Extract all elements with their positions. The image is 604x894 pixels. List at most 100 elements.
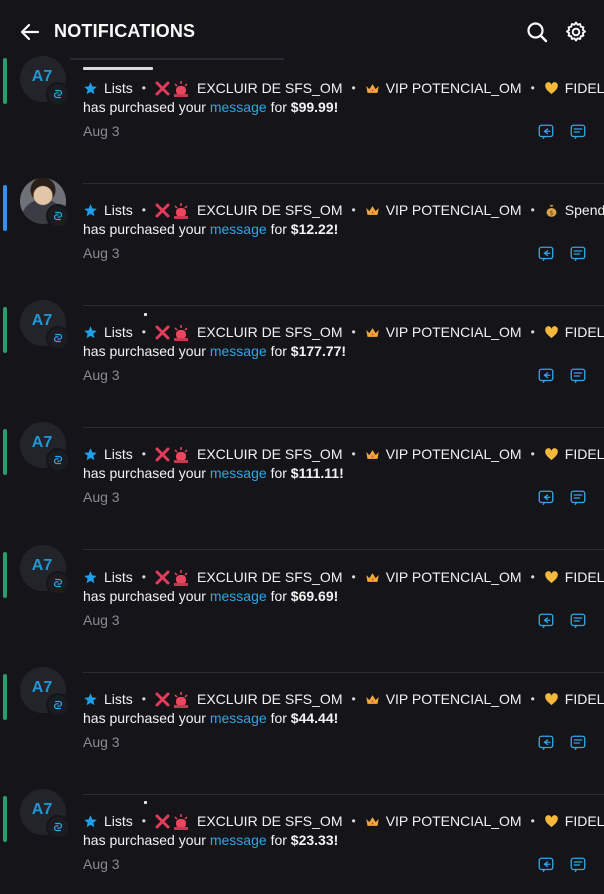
list-chip[interactable]: Lists [83,202,133,218]
message-link[interactable]: message [210,465,267,481]
purchase-amount: $12.22! [290,221,339,237]
list-label: FIDELIZA [564,569,604,585]
avatar[interactable]: A7 [20,545,70,595]
decorative-dot [83,67,153,70]
star-icon [83,447,98,462]
list-chip[interactable]: VIP POTENCIAL_OM [365,813,522,829]
avatar[interactable]: A7 [20,422,70,472]
reply-icon[interactable] [537,856,555,874]
list-tags: Lists • EXCLUIR DE SFS_OM • VIP POTENCIAL_OM… [83,322,604,342]
list-chip[interactable]: VIP POTENCIAL_OM [365,80,522,96]
crown-icon [365,325,380,340]
list-chip[interactable]: EXCLUIR DE SFS_OM [155,691,342,708]
gear-icon[interactable] [564,20,588,44]
purchase-amount: $69.69! [290,588,339,604]
notification-item[interactable]: A7 Lists • EXCLUIR DE SFS_OM • VIP POTENCIAL_… [0,422,604,550]
list-chip[interactable]: EXCLUIR DE SFS_OM [155,324,342,341]
search-icon[interactable] [525,20,549,44]
list-chip[interactable]: EXCLUIR DE SFS_OM [155,813,342,830]
unread-indicator [3,674,7,720]
reply-icon[interactable] [537,245,555,263]
notification-date: Aug 3 [83,489,120,505]
list-chip[interactable]: Lists [83,691,133,707]
notification-item[interactable]: Lists • EXCLUIR DE SFS_OM • VIP POTENCIAL_OM… [0,178,604,306]
avatar[interactable]: A7 [20,300,70,350]
x-siren-icon [155,691,191,708]
notification-item[interactable]: A7 Lists • EXCLUIR DE SFS_OM • VIP POTENCIAL_… [0,56,604,184]
message-link[interactable]: message [210,221,267,237]
avatar-initials: A7 [31,68,53,85]
list-chip[interactable]: FIDELIZA [544,324,604,340]
avatar-initials: A7 [31,434,53,451]
list-separator: • [141,447,146,461]
link-icon [46,82,70,106]
list-chip[interactable]: VIP POTENCIAL_OM [365,569,522,585]
text-middle: for [270,832,287,848]
list-chip[interactable]: FIDELIZA [544,80,604,96]
list-chip[interactable]: FIDELIZA [544,691,604,707]
notification-item[interactable]: A7 Lists • EXCLUIR DE SFS_OM • VIP POTENCIAL_… [0,667,604,795]
notification-text: has purchased your message for $111.11! [83,465,344,481]
link-icon [46,204,70,228]
notification-item[interactable]: A7 Lists • EXCLUIR DE SFS_OM • VIP POTENCIAL_… [0,300,604,428]
list-chip[interactable]: Lists [83,324,133,340]
list-tags: Lists • EXCLUIR DE SFS_OM • VIP POTENCIAL_OM… [83,78,604,98]
list-separator: • [530,81,535,95]
list-chip[interactable]: VIP POTENCIAL_OM [365,202,522,218]
list-chip[interactable]: VIP POTENCIAL_OM [365,324,522,340]
list-chip[interactable]: $ Spenders [544,202,604,218]
list-chip[interactable]: VIP POTENCIAL_OM [365,691,522,707]
message-icon[interactable] [569,489,587,507]
notification-item[interactable]: A7 Lists • EXCLUIR DE SFS_OM • VIP POTENCIAL_… [0,545,604,673]
list-chip[interactable]: EXCLUIR DE SFS_OM [155,446,342,463]
reply-icon[interactable] [537,123,555,141]
message-link[interactable]: message [210,99,267,115]
message-link[interactable]: message [210,343,267,359]
reply-icon[interactable] [537,612,555,630]
list-chip[interactable]: Lists [83,446,133,462]
avatar[interactable]: A7 [20,789,70,839]
avatar[interactable] [20,178,70,228]
list-label: VIP POTENCIAL_OM [385,324,522,340]
unread-indicator [3,307,7,353]
list-chip[interactable]: Lists [83,80,133,96]
list-chip[interactable]: Lists [83,569,133,585]
list-chip[interactable]: EXCLUIR DE SFS_OM [155,80,342,97]
avatar[interactable]: A7 [20,56,70,106]
list-label: VIP POTENCIAL_OM [385,202,522,218]
message-icon[interactable] [569,612,587,630]
link-icon [46,326,70,350]
message-icon[interactable] [569,856,587,874]
notification-date: Aug 3 [83,123,120,139]
message-icon[interactable] [569,734,587,752]
crown-icon [365,814,380,829]
reply-icon[interactable] [537,367,555,385]
link-icon [46,571,70,595]
x-siren-icon [155,446,191,463]
list-chip[interactable]: FIDELIZA [544,813,604,829]
link-icon [46,693,70,717]
list-chip[interactable]: Lists [83,813,133,829]
list-chip[interactable]: VIP POTENCIAL_OM [365,446,522,462]
notification-item[interactable]: A7 Lists • EXCLUIR DE SFS_OM • VIP POTENCIAL_… [0,789,604,894]
message-link[interactable]: message [210,832,267,848]
list-chip[interactable]: EXCLUIR DE SFS_OM [155,202,342,219]
list-chip[interactable]: FIDELIZA [544,446,604,462]
list-chip[interactable]: FIDELIZA [544,569,604,585]
list-chip[interactable]: EXCLUIR DE SFS_OM [155,569,342,586]
list-separator: • [351,203,356,217]
message-icon[interactable] [569,245,587,263]
avatar[interactable]: A7 [20,667,70,717]
text-prefix: has purchased your [83,832,206,848]
message-link[interactable]: message [210,588,267,604]
message-icon[interactable] [569,123,587,141]
arrow-left-icon[interactable] [18,20,42,44]
message-link[interactable]: message [210,710,267,726]
reply-icon[interactable] [537,489,555,507]
message-icon[interactable] [569,367,587,385]
list-separator: • [351,81,356,95]
x-siren-icon [155,80,191,97]
reply-icon[interactable] [537,734,555,752]
heart-icon [544,81,559,96]
list-label: VIP POTENCIAL_OM [385,813,522,829]
